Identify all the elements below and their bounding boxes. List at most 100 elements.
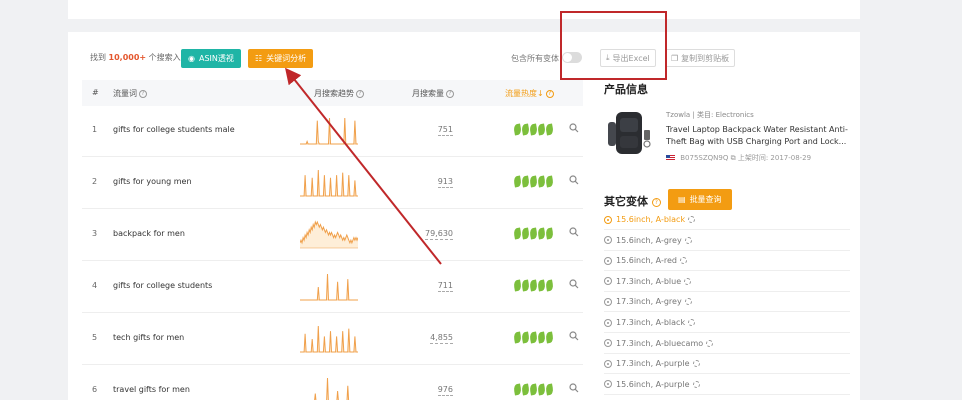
help-icon[interactable]: ? — [545, 89, 554, 98]
search-icon[interactable] — [569, 227, 579, 237]
batch-button-label: 批量查询 — [689, 195, 722, 204]
variant-item[interactable]: 17.3inch, A-purple — [604, 354, 850, 375]
leaf-icon — [513, 279, 522, 292]
chart-icon: ☷ — [255, 54, 263, 63]
col-trend[interactable]: 月搜索趋势? — [314, 88, 364, 99]
table-row[interactable]: 2 gifts for young men 913 — [82, 158, 583, 209]
heat-leaves — [513, 383, 554, 396]
leaf-icon — [529, 383, 538, 396]
col-heat[interactable]: 流量热度↓? — [505, 88, 554, 99]
leaf-icon — [545, 175, 554, 188]
radio-icon[interactable] — [604, 339, 612, 348]
radio-icon[interactable] — [604, 359, 612, 368]
row-volume[interactable]: 751 — [437, 125, 453, 136]
leaf-icon — [537, 279, 546, 292]
table-row[interactable]: 4 gifts for college students 711 — [82, 262, 583, 313]
leaf-icon — [545, 123, 554, 136]
leaf-icon — [521, 331, 530, 344]
radio-icon[interactable] — [604, 318, 612, 327]
row-index: 6 — [92, 385, 98, 394]
keyword-button-label: 关键词分析 — [266, 54, 307, 63]
external-link-icon[interactable]: ⧉ — [731, 154, 738, 162]
variant-item[interactable]: 15.6inch, A-red — [604, 251, 850, 272]
row-keyword[interactable]: gifts for young men — [113, 177, 192, 186]
leaf-icon — [521, 123, 530, 136]
row-keyword[interactable]: gifts for college students male — [113, 125, 235, 134]
radio-icon[interactable] — [604, 236, 612, 245]
loading-icon — [679, 257, 687, 265]
radio-icon[interactable] — [604, 215, 612, 224]
leaf-icon — [529, 175, 538, 188]
table-row[interactable]: 5 tech gifts for men 4,855 — [82, 314, 583, 365]
help-icon[interactable]: ? — [651, 197, 661, 207]
loading-icon — [688, 216, 696, 223]
leaf-icon — [537, 383, 546, 396]
variant-item[interactable]: 17.3inch, A-black — [604, 313, 850, 333]
heat-leaves — [513, 227, 554, 240]
search-icon[interactable] — [569, 175, 579, 185]
leaf-icon — [513, 331, 522, 344]
found-count-text: 找到 10,000+ 个搜索入口 — [90, 52, 189, 63]
variant-item[interactable]: 17.3inch, A-blue — [604, 272, 850, 292]
heat-leaves — [513, 123, 554, 136]
row-volume[interactable]: 711 — [437, 281, 453, 292]
row-volume[interactable]: 913 — [437, 177, 453, 188]
trend-sparkline[interactable] — [300, 270, 358, 302]
row-keyword[interactable]: travel gifts for men — [113, 385, 190, 394]
trend-sparkline[interactable] — [300, 374, 358, 400]
asin-button-label: ASIN透视 — [198, 54, 234, 63]
radio-icon[interactable] — [604, 380, 612, 389]
leaf-icon — [521, 383, 530, 396]
variant-item[interactable]: 17.3inch, A-bluecamo — [604, 334, 850, 354]
col-keyword-label: 流量词 — [113, 89, 137, 98]
variant-item[interactable]: 17.3inch, A-grey — [604, 292, 850, 313]
product-brand-line: Tzowla | 类目: Electronics — [666, 110, 754, 120]
help-icon[interactable]: ? — [139, 89, 147, 98]
variant-item[interactable]: 15.6inch, A-purple — [604, 375, 850, 395]
col-trend-label: 月搜索趋势 — [314, 89, 354, 98]
keyword-analysis-button[interactable]: ☷ 关键词分析 — [248, 49, 314, 68]
search-icon[interactable] — [569, 123, 579, 133]
asin-perspective-button[interactable]: ◉ ASIN透视 — [181, 49, 241, 68]
col-volume[interactable]: 月搜索量? — [412, 88, 454, 99]
leaf-icon — [545, 279, 554, 292]
row-index: 4 — [92, 281, 98, 290]
product-asin[interactable]: B075SZQN9Q — [680, 154, 728, 162]
table-row[interactable]: 6 travel gifts for men 976 — [82, 366, 583, 400]
table-row[interactable]: 1 gifts for college students male 751 — [82, 106, 583, 157]
other-variants-label: 其它变体 — [604, 195, 648, 208]
trend-sparkline[interactable] — [300, 322, 358, 354]
row-keyword[interactable]: backpack for men — [113, 229, 185, 238]
col-keyword[interactable]: 流量词? — [113, 88, 147, 99]
row-volume[interactable]: 79,630 — [425, 229, 453, 240]
radio-icon[interactable] — [604, 277, 612, 286]
search-icon[interactable] — [569, 279, 579, 289]
trend-sparkline[interactable] — [300, 114, 358, 146]
product-image[interactable] — [604, 108, 656, 158]
row-keyword[interactable]: gifts for college students — [113, 281, 212, 290]
product-title[interactable]: Travel Laptop Backpack Water Resistant A… — [666, 124, 848, 148]
help-icon[interactable]: ? — [446, 89, 454, 98]
trend-sparkline[interactable] — [300, 218, 358, 250]
leaf-icon — [513, 227, 522, 240]
radio-icon[interactable] — [604, 256, 612, 265]
product-brand[interactable]: Tzowla — [666, 111, 690, 119]
batch-query-button[interactable]: ▤ 批量查询 — [668, 189, 732, 210]
search-icon[interactable] — [569, 331, 579, 341]
trend-sparkline[interactable] — [300, 166, 358, 198]
row-index: 5 — [92, 333, 98, 342]
variant-item[interactable]: 15.6inch, A-black — [604, 210, 850, 230]
help-icon[interactable]: ? — [356, 89, 364, 98]
variant-item[interactable]: 15.6inch, A-grey — [604, 231, 850, 251]
table-row[interactable]: 3 backpack for men 79,630 — [82, 210, 583, 261]
row-keyword[interactable]: tech gifts for men — [113, 333, 184, 342]
search-icon[interactable] — [569, 383, 579, 393]
top-card — [68, 0, 860, 19]
radio-icon[interactable] — [604, 297, 612, 306]
row-volume[interactable]: 976 — [437, 385, 453, 396]
product-listed-date: 上架时间: 2017-08-29 — [737, 154, 812, 162]
row-index: 1 — [92, 125, 98, 134]
heat-leaves — [513, 175, 554, 188]
row-volume[interactable]: 4,855 — [430, 333, 453, 344]
col-index: # — [92, 88, 99, 97]
